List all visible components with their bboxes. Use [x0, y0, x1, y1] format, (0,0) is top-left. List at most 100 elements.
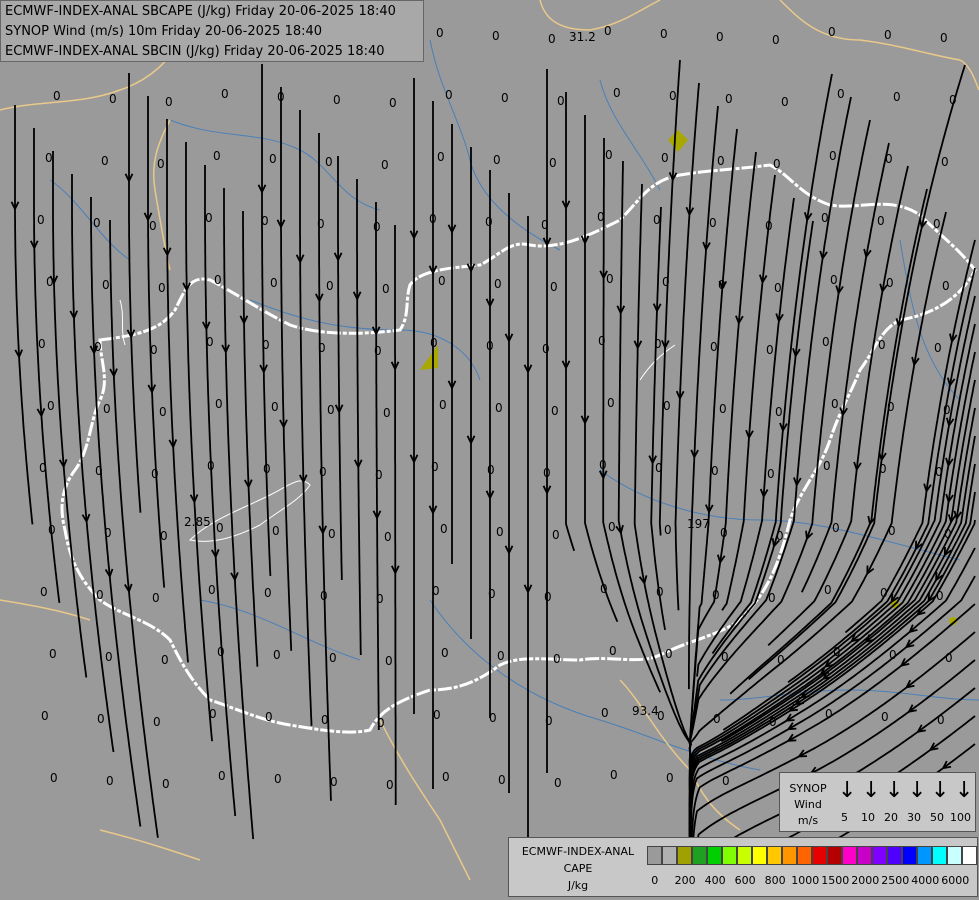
cape-color-swatch [947, 846, 962, 865]
cin-value-label: 0 [442, 770, 450, 784]
cin-value-label: 0 [495, 401, 503, 415]
cin-value-label: 0 [822, 335, 830, 349]
cape-scale-label: 400 [704, 874, 726, 887]
wind-legend-value: 50 [930, 811, 944, 824]
cin-value-label: 0 [597, 210, 605, 224]
cin-value-label: 0 [661, 151, 669, 165]
cin-value-label: 0 [501, 91, 509, 105]
cin-value-label: 0 [599, 458, 607, 472]
cin-value-label: 0 [886, 276, 894, 290]
cape-scale-label: 800 [764, 874, 786, 887]
cin-value-label: 0 [943, 403, 951, 417]
cin-value-label: 0 [325, 155, 333, 169]
cape-legend-subtitle: CAPE [563, 862, 593, 875]
cin-value-label: 0 [328, 527, 336, 541]
cin-value-label: 0 [878, 338, 886, 352]
cin-value-label: 0 [153, 715, 161, 729]
cape-scale-label: 0 [651, 874, 659, 887]
cin-value-label: 0 [877, 214, 885, 228]
cin-value-label: 0 [821, 211, 829, 225]
wind-streamline [688, 220, 814, 744]
cin-value-label: 0 [656, 585, 664, 599]
cin-value-label: 0 [768, 591, 776, 605]
cin-value-label: 0 [439, 398, 447, 412]
cin-value-label: 0 [488, 587, 496, 601]
cin-value-label: 0 [498, 773, 506, 787]
cin-value-label: 0 [833, 645, 841, 659]
wind-streamline [90, 197, 142, 827]
cin-value-label: 0 [544, 590, 552, 604]
cin-value-label: 0 [218, 769, 226, 783]
cape-color-swatch [917, 846, 932, 865]
cin-value-label: 0 [430, 336, 438, 350]
cape-legend-title: ECMWF-INDEX-ANAL [521, 845, 635, 858]
cin-value-label: 0 [823, 459, 831, 473]
cin-value-label: 0 [385, 654, 393, 668]
wind-arrow-icon: ↓ [838, 778, 857, 803]
cape-color-swatch [752, 846, 767, 865]
cin-value-label: 0 [496, 525, 504, 539]
cin-value-label: 0 [39, 461, 47, 475]
cin-value-label: 0 [48, 523, 56, 537]
wind-streamline [299, 110, 313, 726]
cin-value-label: 0 [433, 708, 441, 722]
cin-value-label: 0 [772, 33, 780, 47]
wind-streamline [844, 239, 976, 634]
cin-value-label: 0 [106, 774, 114, 788]
cin-value-label: 0 [717, 154, 725, 168]
cin-value-label: 0 [775, 405, 783, 419]
cin-value-label: 0 [429, 212, 437, 226]
cin-value-label: 0 [221, 87, 229, 101]
cape-scale-label: 1500 [821, 874, 850, 887]
cin-value-label: 0 [824, 583, 832, 597]
wind-legend-value: 5 [841, 811, 848, 824]
cin-value-label: 0 [884, 28, 892, 42]
cin-value-label: 0 [664, 523, 672, 537]
wind-streamline [109, 220, 159, 838]
cin-value-label: 0 [49, 647, 57, 661]
cin-value-label: 0 [551, 404, 559, 418]
cin-value-label: 0 [271, 400, 279, 414]
cape-color-swatch [677, 846, 692, 865]
cin-value-label: 0 [158, 281, 166, 295]
cin-value-label: 0 [549, 156, 557, 170]
wind-legend-unit: m/s [797, 814, 819, 827]
cin-value-label: 0 [327, 403, 335, 417]
cin-value-label: 0 [326, 279, 334, 293]
cin-value-label: 0 [208, 583, 216, 597]
cin-value-label: 0 [545, 714, 553, 728]
cin-value-label: 0 [487, 463, 495, 477]
cape-color-swatch [872, 846, 887, 865]
cin-value-label: 0 [935, 465, 943, 479]
cin-value-label: 0 [719, 402, 727, 416]
cin-value-label: 0 [825, 707, 833, 721]
wind-legend-title-wind: Wind [794, 798, 822, 811]
cin-value-label: 0 [213, 149, 221, 163]
cape-legend: ECMWF-INDEX-ANAL CAPE J/kg 0 200 400 600 800… [508, 837, 978, 897]
cin-value-label: 0 [382, 282, 390, 296]
wind-streamline [394, 225, 397, 805]
cin-value-label: 0 [541, 218, 549, 232]
cin-value-label: 0 [205, 211, 213, 225]
wind-streamline [356, 179, 362, 656]
cin-value-label: 0 [485, 215, 493, 229]
cape-color-swatch [767, 846, 782, 865]
cin-value-label: 0 [542, 342, 550, 356]
cin-value-label: 0 [46, 275, 54, 289]
cape-color-swatch [782, 846, 797, 865]
cin-value-label: 0 [269, 152, 277, 166]
cin-value-label: 0 [376, 592, 384, 606]
cin-value-label: 0 [160, 529, 168, 543]
cin-value-label: 0 [109, 92, 117, 106]
cin-value-label: 0 [389, 96, 397, 110]
cin-value-label: 0 [438, 274, 446, 288]
wind-legend-value: 20 [884, 811, 898, 824]
wind-streamline [565, 92, 576, 552]
cin-value-label: 0 [152, 591, 160, 605]
cape-color-swatch [707, 846, 722, 865]
cin-value-label: 0 [837, 87, 845, 101]
cin-value-label: 0 [828, 25, 836, 39]
cin-value-label: 0 [945, 651, 953, 665]
cin-value-label: 0 [217, 645, 225, 659]
cin-value-label: 0 [781, 95, 789, 109]
